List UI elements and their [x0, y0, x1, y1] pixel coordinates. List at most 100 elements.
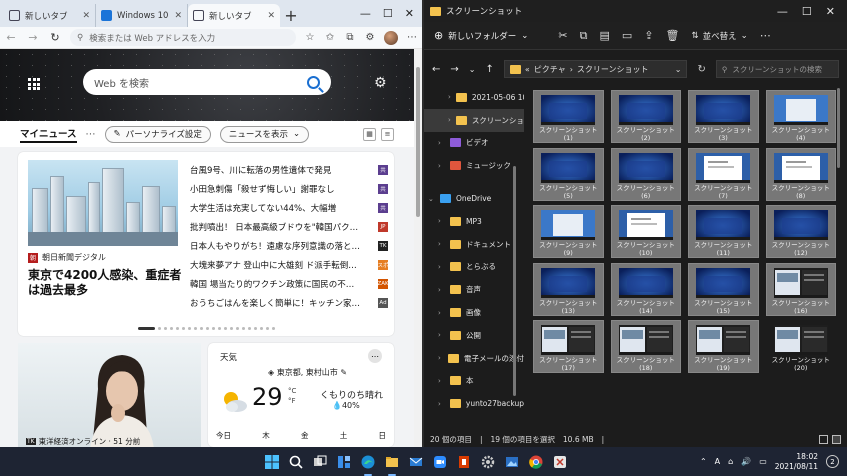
- nav-item[interactable]: › ドキュメント: [424, 233, 524, 256]
- nav-item[interactable]: › 画像: [424, 301, 524, 324]
- forecast-day[interactable]: 金: [301, 430, 309, 441]
- battery-icon[interactable]: ▭: [759, 457, 767, 466]
- browser-scrollbar[interactable]: [414, 49, 422, 447]
- forecast-day[interactable]: 日: [379, 430, 387, 441]
- close-icon[interactable]: ✕: [826, 5, 835, 18]
- path-input[interactable]: « ピクチャ › スクリーンショット ⌄: [503, 60, 688, 78]
- copy-icon[interactable]: ⧉: [580, 29, 588, 43]
- nav-item[interactable]: ⌄ OneDrive: [424, 187, 524, 210]
- nav-item[interactable]: › MP3: [424, 210, 524, 233]
- mail-icon[interactable]: [406, 452, 426, 472]
- gear-icon[interactable]: ⚙: [374, 75, 387, 91]
- file-item[interactable]: スクリーンショット (19): [688, 320, 759, 373]
- nav-scrollbar[interactable]: [512, 86, 518, 426]
- files-scrollbar[interactable]: [836, 88, 842, 428]
- tab-new-tab-2[interactable]: 新しいタブ ✕: [188, 4, 280, 27]
- delete-icon[interactable]: 🗑: [665, 29, 679, 42]
- chevron-right-icon[interactable]: ›: [438, 162, 445, 170]
- chevron-right-icon[interactable]: ›: [438, 309, 445, 317]
- nav-item[interactable]: › yunto27backup: [424, 392, 524, 415]
- forward-icon[interactable]: →: [450, 64, 458, 75]
- headline-item[interactable]: 日本人もやりがち！遠慮な序列意識の落と… TK: [190, 236, 388, 255]
- list-view-icon[interactable]: ≡: [381, 127, 394, 141]
- file-item[interactable]: スクリーンショット (20): [766, 320, 837, 373]
- file-item[interactable]: スクリーンショット (4): [765, 90, 836, 143]
- news-image-city[interactable]: [28, 160, 178, 246]
- details-view-icon[interactable]: [819, 434, 828, 444]
- more-icon[interactable]: ⋯: [368, 349, 382, 363]
- forecast-day[interactable]: 土: [340, 430, 348, 441]
- headline-item[interactable]: 台風9号、川に転落の男性遺体で発見 共: [190, 160, 388, 179]
- headline-item[interactable]: 小田急刺傷「殺せず悔しい」謝罪なし 共: [190, 179, 388, 198]
- forward-icon[interactable]: →: [26, 31, 40, 44]
- news-carousel-card[interactable]: 朝 朝日新聞デジタル 東京で4200人感染、重症者は過去最多 台風9号、川に転落…: [18, 152, 394, 336]
- search-input[interactable]: ⚲ スクリーンショットの検索: [715, 60, 839, 78]
- file-item[interactable]: スクリーンショット (13): [533, 262, 604, 316]
- volume-icon[interactable]: 🔊: [741, 457, 751, 466]
- close-icon[interactable]: ✕: [267, 11, 275, 21]
- share-icon[interactable]: ⇪: [644, 29, 653, 42]
- close-icon[interactable]: ✕: [82, 11, 90, 21]
- chevron-right-icon[interactable]: ›: [438, 139, 445, 147]
- notification-badge[interactable]: 2: [826, 455, 839, 468]
- file-item[interactable]: スクリーンショット (3): [688, 90, 759, 143]
- maximize-icon[interactable]: ☐: [802, 5, 812, 18]
- chevron-up-icon[interactable]: ⌃: [700, 457, 707, 466]
- cut-icon[interactable]: ✂: [558, 29, 567, 42]
- weather-location[interactable]: ◈ 東京都, 東村山市 ✎: [268, 367, 347, 378]
- up-icon[interactable]: ↑: [485, 64, 493, 75]
- file-item[interactable]: スクリーンショット (2): [610, 90, 681, 143]
- close-icon[interactable]: ✕: [405, 7, 414, 20]
- file-item[interactable]: スクリーンショット (15): [688, 262, 759, 316]
- back-icon[interactable]: ←: [432, 64, 440, 75]
- zoom-icon[interactable]: [430, 452, 450, 472]
- file-item[interactable]: スクリーンショット (18): [610, 320, 681, 373]
- chevron-right-icon[interactable]: ›: [438, 263, 445, 271]
- ime-indicator[interactable]: A: [715, 457, 720, 466]
- office-icon[interactable]: [454, 452, 474, 472]
- unit-celsius[interactable]: °C: [288, 386, 296, 396]
- collections-icon[interactable]: ⧉: [344, 32, 356, 44]
- personalize-button[interactable]: ✎ パーソナライズ設定: [104, 125, 211, 143]
- chevron-down-icon[interactable]: ⌄: [428, 195, 435, 203]
- headline-item[interactable]: 韓国 場当たり的ワクチン政策に国民の不… ZAK: [190, 274, 388, 293]
- carousel-indicator[interactable]: [138, 327, 275, 330]
- forecast-day[interactable]: 木: [262, 430, 270, 441]
- show-news-dropdown[interactable]: ニュースを表示 ⌄: [219, 125, 310, 143]
- nav-item[interactable]: › 公開: [424, 324, 524, 347]
- tab-new-tab-1[interactable]: 新しいタブ ✕: [4, 4, 96, 27]
- search-icon[interactable]: [286, 452, 306, 472]
- chevron-right-icon[interactable]: ›: [438, 286, 445, 294]
- file-item[interactable]: スクリーンショット (11): [688, 205, 759, 258]
- paste-icon[interactable]: ▤: [599, 29, 609, 42]
- close-icon[interactable]: ✕: [174, 11, 182, 21]
- clock[interactable]: 18:02 2021/08/11: [775, 452, 818, 472]
- network-icon[interactable]: ⌂: [728, 457, 733, 466]
- breadcrumb[interactable]: ピクチャ: [534, 64, 566, 75]
- chevron-right-icon[interactable]: ›: [448, 116, 451, 124]
- chevron-right-icon[interactable]: ›: [448, 93, 451, 101]
- nav-item[interactable]: › 本: [424, 370, 524, 393]
- new-tab-button[interactable]: +: [280, 4, 302, 27]
- widgets-icon[interactable]: [334, 452, 354, 472]
- nav-item[interactable]: › 音声: [424, 278, 524, 301]
- photos-icon[interactable]: [502, 452, 522, 472]
- maximize-icon[interactable]: ☐: [383, 7, 393, 20]
- chevron-right-icon[interactable]: ›: [438, 400, 445, 408]
- file-explorer-icon[interactable]: [382, 452, 402, 476]
- forecast-day[interactable]: 今日: [216, 430, 231, 441]
- extensions-icon[interactable]: ⚙: [364, 32, 376, 44]
- file-item[interactable]: スクリーンショット (6): [610, 147, 681, 201]
- file-item[interactable]: スクリーンショット (17): [533, 320, 604, 373]
- file-item[interactable]: スクリーンショット (14): [610, 262, 681, 316]
- file-item[interactable]: スクリーンショット (9): [533, 205, 604, 258]
- file-item[interactable]: スクリーンショット (7): [688, 147, 759, 201]
- headline-item[interactable]: 批判噴出！ 日本最高級ブドウを"韓国パク… JP: [190, 217, 388, 236]
- more-icon[interactable]: ⋯: [760, 29, 771, 42]
- headline-item[interactable]: 大学生活は充実してない44%、大幅増 共: [190, 198, 388, 217]
- chevron-down-icon[interactable]: ⌄: [469, 65, 476, 74]
- nav-item[interactable]: › とらぶる: [424, 256, 524, 279]
- temperature-unit-toggle[interactable]: °C °F: [288, 386, 296, 406]
- headline-item[interactable]: 大塊来夢アナ 登山中に大雄刻 ド派手転倒… スポ: [190, 255, 388, 274]
- refresh-icon[interactable]: ↻: [697, 64, 705, 75]
